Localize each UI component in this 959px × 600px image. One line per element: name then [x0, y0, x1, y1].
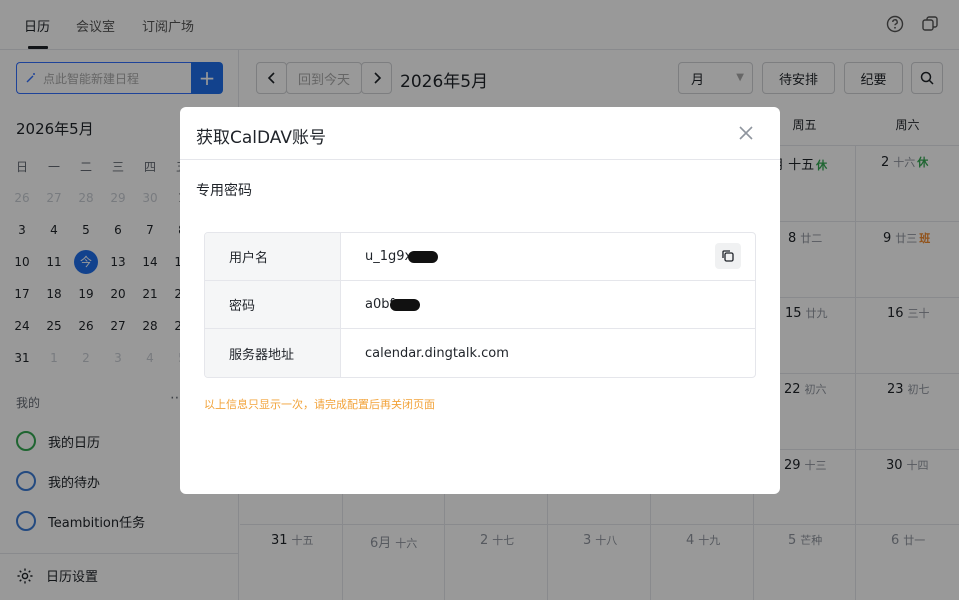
row-value: u_1g9x: [365, 249, 413, 264]
copy-icon: [722, 250, 734, 262]
table-row: 用户名 u_1g9x: [205, 233, 755, 281]
copy-button[interactable]: [715, 243, 741, 269]
redaction-mark: [390, 298, 421, 311]
close-icon: [739, 126, 753, 140]
account-info-table: 用户名 u_1g9x 密码 a0bf 服务器地址 calendar.dingta…: [204, 232, 756, 378]
row-key: 服务器地址: [205, 329, 341, 377]
warning-text: 以上信息只显示一次，请完成配置后再关闭页面: [204, 398, 435, 411]
dialog-subtitle: 专用密码: [196, 183, 252, 199]
divider: [180, 159, 780, 160]
dialog-title: 获取CalDAV账号: [196, 128, 326, 148]
server-address-value[interactable]: calendar.dingtalk.com: [365, 329, 509, 377]
caldav-account-dialog: 获取CalDAV账号 专用密码 用户名 u_1g9x 密码 a0bf 服务器地址…: [180, 107, 780, 494]
close-button[interactable]: [736, 123, 756, 143]
row-key: 密码: [205, 281, 341, 328]
password-value[interactable]: a0bf: [365, 281, 421, 328]
redaction-mark: [408, 250, 439, 263]
row-key: 用户名: [205, 233, 341, 280]
table-row: 服务器地址 calendar.dingtalk.com: [205, 329, 755, 377]
table-row: 密码 a0bf: [205, 281, 755, 329]
username-value[interactable]: u_1g9x: [365, 233, 439, 280]
